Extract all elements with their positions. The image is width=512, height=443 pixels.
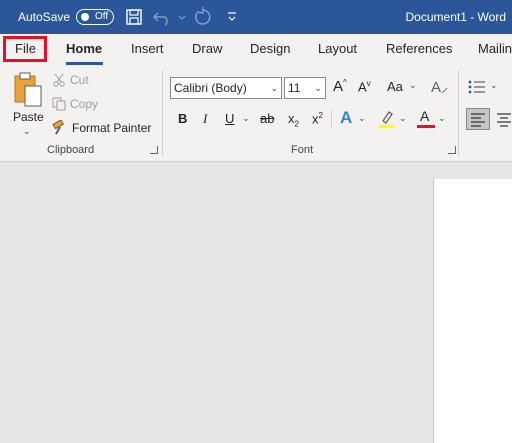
font-color-icon: A	[420, 108, 430, 124]
file-tab-highlight	[3, 36, 47, 62]
ribbon-home: Paste ⌄ Cut Copy Format Painter Clipboar…	[0, 66, 512, 162]
copy-button[interactable]: Copy	[52, 94, 98, 114]
group-separator	[458, 70, 459, 156]
bullets-icon[interactable]	[468, 79, 486, 95]
autosave-state: Off	[95, 11, 109, 22]
ribbon-tabs: File Home Insert Draw Design Layout Refe…	[0, 34, 512, 66]
text-effects-button[interactable]: A	[340, 108, 352, 128]
align-center-icon[interactable]	[496, 109, 512, 129]
tab-draw[interactable]: Draw	[192, 41, 222, 56]
active-tab-indicator	[66, 62, 103, 65]
highlight-color-button[interactable]	[378, 109, 396, 129]
save-icon[interactable]	[124, 7, 144, 27]
highlighter-icon	[379, 111, 395, 128]
grow-font-icon: A	[333, 78, 344, 95]
align-left-button[interactable]	[466, 108, 490, 130]
paste-dropdown-icon: ⌄	[23, 126, 31, 136]
font-size-value: 11	[288, 81, 301, 95]
change-case-button[interactable]: Aa	[387, 79, 403, 94]
redo-icon[interactable]	[192, 7, 214, 27]
clipboard-dialog-launcher-icon[interactable]	[150, 146, 158, 154]
tab-references[interactable]: References	[386, 41, 452, 56]
autosave-toggle[interactable]: Off	[76, 9, 114, 25]
font-size-dropdown[interactable]: 11 ⌄	[284, 77, 326, 99]
chevron-down-icon: ⌄	[314, 83, 322, 93]
format-painter-button[interactable]: Format Painter	[52, 118, 151, 138]
superscript-button[interactable]: x2	[312, 111, 323, 126]
font-color-swatch	[417, 125, 435, 128]
undo-dropdown-icon[interactable]	[176, 7, 188, 27]
shrink-font-button[interactable]: Av	[358, 79, 371, 94]
chevron-down-icon[interactable]: ⌄	[399, 113, 407, 124]
chevron-down-icon[interactable]: ⌄	[358, 113, 366, 124]
bold-button[interactable]: B	[178, 111, 187, 126]
cut-button[interactable]: Cut	[52, 70, 89, 90]
chevron-down-icon[interactable]: ⌄	[490, 80, 498, 91]
superscript-mark: 2	[318, 111, 323, 120]
autosave-label: AutoSave	[18, 10, 71, 24]
font-row-separator	[331, 110, 332, 128]
format-painter-icon	[52, 120, 65, 135]
font-name-value: Calibri (Body)	[174, 81, 247, 95]
tab-home[interactable]: Home	[66, 41, 102, 56]
grow-font-button[interactable]: A^	[333, 78, 347, 95]
copy-icon	[52, 97, 66, 111]
chevron-down-icon[interactable]: ⌄	[409, 80, 417, 91]
chevron-down-icon: ⌄	[270, 83, 278, 93]
paste-button[interactable]: Paste ⌄	[8, 70, 48, 140]
paste-label: Paste	[13, 110, 44, 124]
tab-mailings[interactable]: Mailin	[478, 41, 512, 56]
cut-icon	[53, 73, 65, 87]
copy-label: Copy	[70, 97, 99, 111]
change-case-icon: Aa	[387, 79, 403, 94]
chevron-down-icon[interactable]: ⌄	[438, 113, 446, 124]
align-left-icon	[471, 113, 485, 127]
subscript-mark: 2	[294, 119, 299, 129]
tab-insert[interactable]: Insert	[131, 41, 164, 56]
clipboard-group-label: Clipboard	[47, 144, 95, 156]
subscript-button[interactable]: x2	[288, 111, 299, 129]
title-bar: AutoSave Off Document1 - Word	[0, 0, 512, 34]
document-workspace	[0, 162, 512, 443]
chevron-down-icon[interactable]: ⌄	[242, 113, 250, 124]
italic-button[interactable]: I	[203, 111, 207, 127]
document-page[interactable]	[433, 179, 512, 443]
font-group-label: Font	[291, 144, 314, 156]
format-painter-label: Format Painter	[72, 121, 152, 135]
group-separator	[162, 70, 163, 156]
toggle-knob	[81, 13, 89, 21]
font-color-button[interactable]: A	[417, 108, 435, 129]
strikethrough-button[interactable]: ab	[260, 111, 274, 126]
font-name-dropdown[interactable]: Calibri (Body) ⌄	[170, 77, 282, 99]
font-dialog-launcher-icon[interactable]	[448, 146, 456, 154]
customize-quick-access-icon[interactable]	[226, 7, 238, 27]
shrink-font-icon: A	[358, 79, 367, 95]
tab-design[interactable]: Design	[250, 41, 290, 56]
undo-icon[interactable]	[152, 7, 174, 27]
clear-formatting-icon[interactable]: A⸝	[431, 77, 449, 97]
window-title: Document1 - Word	[405, 10, 506, 24]
tab-layout[interactable]: Layout	[318, 41, 357, 56]
paste-icon	[14, 72, 42, 107]
cut-label: Cut	[70, 73, 89, 87]
underline-button[interactable]: U	[225, 111, 234, 126]
